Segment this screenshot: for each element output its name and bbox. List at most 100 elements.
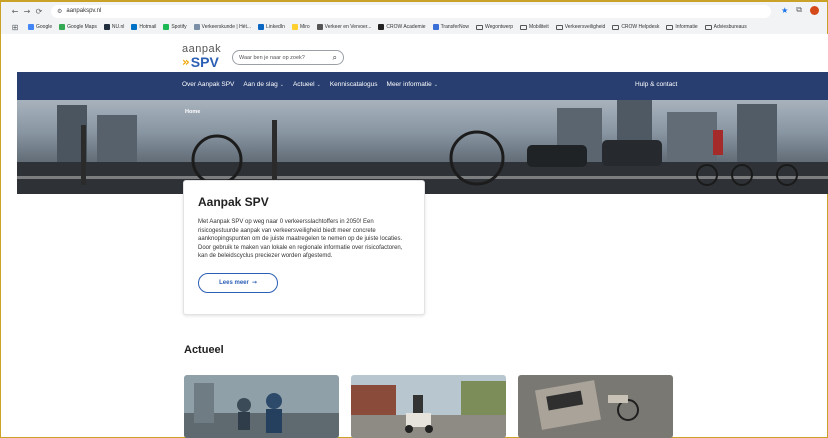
back-icon[interactable]: ← <box>9 7 21 16</box>
address-row: ← → ⟳ ⚙ aanpakspv.nl ★ ⧉ <box>1 2 827 20</box>
news-thumbnail[interactable] <box>184 375 339 438</box>
site-logo[interactable]: aanpak » SPV <box>182 44 221 70</box>
nav-item-label: Meer informatie <box>386 81 432 88</box>
bookmark-item[interactable]: Spotify <box>163 24 187 30</box>
logo-bottom: » SPV <box>182 55 221 69</box>
news-thumbnail[interactable] <box>351 375 506 438</box>
bookmark-item[interactable]: Verkeer en Vervoer... <box>316 24 372 30</box>
chevron-down-icon: ⌄ <box>279 81 284 88</box>
miro-icon <box>291 24 298 30</box>
bookmark-label: Mobiliteit <box>528 24 549 30</box>
read-more-label: Lees meer <box>219 279 249 286</box>
nu-icon <box>103 24 110 30</box>
crow-icon <box>378 24 385 30</box>
nav-help-contact[interactable]: Hulp & contact <box>635 81 677 88</box>
profile-avatar[interactable] <box>810 5 819 15</box>
bookmark-item[interactable]: Mobiliteit <box>519 24 549 30</box>
transfernow-icon <box>432 24 439 30</box>
nav-item[interactable]: Actueel ⌄ <box>293 81 321 88</box>
address-bar[interactable]: ⚙ aanpakspv.nl <box>51 4 771 18</box>
intro-card: Aanpak SPV Met Aanpak SPV op weg naar 0 … <box>183 180 425 315</box>
folder-icon <box>476 24 483 30</box>
bookmark-item[interactable]: Adviesbureaus <box>704 24 747 30</box>
maps-icon <box>59 24 66 30</box>
hotmail-icon <box>131 24 138 30</box>
nav-item[interactable]: Over Aanpak SPV <box>182 81 234 88</box>
bookmark-label: Adviesbureaus <box>713 24 747 30</box>
nav-item[interactable]: Meer informatie ⌄ <box>387 81 438 88</box>
search-placeholder: Waar ben je naar op zoek? <box>239 54 305 61</box>
logo-chevron-icon: » <box>182 55 190 69</box>
bookmark-star-icon[interactable]: ★ <box>781 6 788 15</box>
bookmark-label: Google <box>36 24 53 30</box>
forward-icon[interactable]: → <box>21 7 33 16</box>
nav-item-label: Kenniscatalogus <box>329 81 378 88</box>
bookmark-item[interactable]: Verkeersveiligheid <box>555 24 606 30</box>
nav-items: Over Aanpak SPV Aan de slag ⌄ Actueel ⌄ Kenni… <box>182 81 438 88</box>
folder-icon <box>666 24 674 30</box>
site-header: aanpak » SPV Waar ben je naar op zoek? ⌕ <box>17 34 828 72</box>
bookmark-label: Verkeer en Vervoer... <box>324 24 372 30</box>
folder-icon <box>704 24 712 30</box>
bookmark-item[interactable]: TransferNow <box>432 24 469 30</box>
card-title: Aanpak SPV <box>198 195 269 209</box>
folder-icon <box>555 24 563 30</box>
bookmark-item[interactable]: Informatie <box>666 24 698 30</box>
news-thumbnail[interactable] <box>518 375 673 438</box>
search-icon[interactable]: ⌕ <box>333 53 337 63</box>
linkedin-icon <box>258 24 265 30</box>
main-navigation: Over Aanpak SPV Aan de slag ⌄ Actueel ⌄ Kenni… <box>17 72 828 100</box>
reload-icon[interactable]: ⟳ <box>33 7 45 16</box>
site-settings-icon[interactable]: ⚙ <box>57 8 62 15</box>
bookmark-label: Hotmail <box>139 24 157 30</box>
bookmark-item[interactable]: Verkeerskunde | Hét... <box>193 24 252 30</box>
bookmarks-bar: ⊞ Google Google Maps NU.nl Hotmail Spotify Ve… <box>1 20 827 34</box>
chevron-down-icon: ⌄ <box>316 81 321 88</box>
road-aerial-image <box>518 375 673 438</box>
bookmark-label: TransferNow <box>440 24 469 30</box>
read-more-button[interactable]: Lees meer → <box>198 272 278 293</box>
bookmark-label: Informatie <box>675 24 698 30</box>
toolbar-right: ★ ⧉ <box>781 5 819 15</box>
bookmark-item[interactable]: Hotmail <box>131 24 156 30</box>
google-icon <box>28 24 34 30</box>
news-thumbnails <box>184 375 673 438</box>
nav-item-label: Actueel <box>292 81 315 88</box>
bookmark-label: Google Maps <box>67 24 97 30</box>
bookmark-label: Spotify <box>171 24 187 30</box>
arrow-right-icon: → <box>251 279 257 286</box>
cargo-bike-street-image <box>351 375 506 438</box>
bookmark-label: NU.nl <box>111 24 125 30</box>
bookmark-item[interactable]: Miro <box>291 24 310 30</box>
bookmark-label: Verkeerskunde | Hét... <box>201 24 252 30</box>
bookmark-item[interactable]: CROW Academie <box>378 24 426 30</box>
bookmark-label: LinkedIn <box>266 24 285 30</box>
browser-toolbar: ← → ⟳ ⚙ aanpakspv.nl ★ ⧉ ⊞ Google Google … <box>1 2 827 34</box>
bookmark-label: Verkeersveiligheid <box>564 24 606 30</box>
section-title-actueel: Actueel <box>184 344 224 356</box>
rainy-cyclists-image <box>184 375 339 438</box>
breadcrumb[interactable]: Home <box>185 109 200 115</box>
nav-item[interactable]: Aan de slag ⌄ <box>243 81 284 88</box>
spotify-icon <box>163 24 170 30</box>
bookmark-item[interactable]: NU.nl <box>103 24 125 30</box>
nav-item-label: Over Aanpak SPV <box>182 81 235 88</box>
bookmark-label: Miro <box>299 24 310 30</box>
extensions-icon[interactable]: ⧉ <box>796 5 802 15</box>
search-input[interactable]: Waar ben je naar op zoek? ⌕ <box>232 50 344 65</box>
verkeerskunde-icon <box>193 24 200 30</box>
bookmark-label: CROW Academie <box>386 24 426 30</box>
nav-item[interactable]: Kenniscatalogus <box>330 81 378 88</box>
bookmark-item[interactable]: CROW Helpdesk <box>612 24 659 30</box>
nav-item-label: Aan de slag <box>243 81 278 88</box>
bookmark-item[interactable]: Google <box>28 24 52 30</box>
bookmark-label: CROW Helpdesk <box>621 24 660 30</box>
folder-icon <box>519 24 527 30</box>
bookmark-item[interactable]: Wegontwerp <box>476 24 513 30</box>
url-text: aanpakspv.nl <box>66 8 102 14</box>
bookmark-item[interactable]: Google Maps <box>59 24 97 30</box>
bookmark-item[interactable]: LinkedIn <box>258 24 285 30</box>
apps-grid-icon[interactable]: ⊞ <box>9 23 21 32</box>
card-text: Met Aanpak SPV op weg naar 0 verkeerssla… <box>198 219 403 259</box>
globe-icon <box>316 24 323 30</box>
